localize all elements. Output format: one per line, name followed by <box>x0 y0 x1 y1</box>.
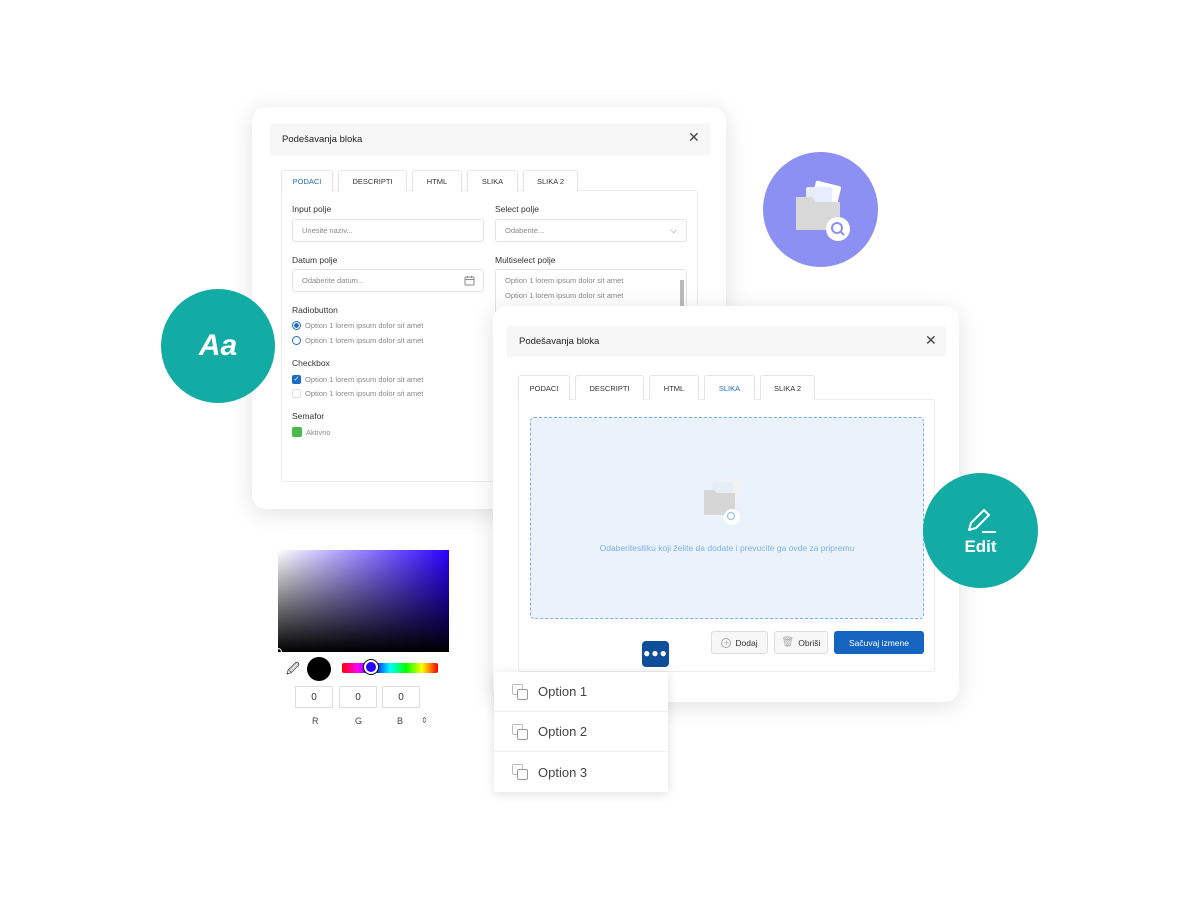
trash-icon: 🗑 <box>781 637 795 648</box>
input-label: Input polje <box>292 204 332 214</box>
font-badge-text: Aa <box>198 329 238 362</box>
checkbox-option[interactable]: Option 1 lorem ipsum dolor sit amet <box>292 389 423 398</box>
copy-icon <box>512 723 528 740</box>
date-placeholder: Odaberite datum... <box>302 276 365 285</box>
mode-toggle-icon[interactable]: ⇕ <box>421 716 428 725</box>
delete-button[interactable]: 🗑 Obriši <box>774 631 828 654</box>
blue-input[interactable]: 0 <box>382 686 420 708</box>
radio-option-label: Option 1 lorem ipsum dolor sit amet <box>305 321 424 330</box>
folder-image-icon <box>704 477 742 525</box>
dropdown-item[interactable]: Option 1 <box>494 672 668 712</box>
dropdown-item-label: Option 2 <box>538 724 588 739</box>
dialog-title: Podešavanja bloka <box>282 133 363 145</box>
semafor-status: Aktivno <box>292 427 331 437</box>
edit-badge: Edit <box>923 473 1038 588</box>
radio-checked-icon <box>292 321 301 330</box>
chevron-down-icon: ⌵ <box>670 225 677 235</box>
checkbox-option-label: Option 1 lorem ipsum dolor sit amet <box>305 375 424 384</box>
red-label: R <box>312 716 319 726</box>
select-field[interactable]: Odaberite... ⌵ <box>495 219 687 242</box>
save-label: Sačuvaj izmene <box>848 637 909 648</box>
tab-html[interactable]: HTML <box>412 170 462 192</box>
save-button[interactable]: Sačuvaj izmene <box>834 631 924 654</box>
semafor-value: Aktivno <box>306 427 331 437</box>
dropdown-item[interactable]: Option 3 <box>494 752 668 792</box>
dialog-header: Podešavanja bloka <box>270 123 710 155</box>
hue-handle[interactable] <box>364 660 378 674</box>
checkbox-checked-icon: ✓ <box>292 375 301 384</box>
dialog-header: Podešavanja bloka <box>507 326 946 357</box>
hue-slider[interactable] <box>342 660 438 674</box>
close-icon[interactable]: ✕ <box>925 332 937 349</box>
radio-option[interactable]: Option 1 lorem ipsum dolor sit amet <box>292 321 423 330</box>
dialog-title: Podešavanja bloka <box>519 336 600 347</box>
radio-option-label: Option 1 lorem ipsum dolor sit amet <box>305 336 424 345</box>
semafor-label: Semafor <box>292 411 325 421</box>
font-badge: Aa <box>161 289 275 403</box>
radio-unchecked-icon <box>292 336 301 345</box>
date-input[interactable]: Odaberite datum... <box>292 269 484 292</box>
tab-podaci[interactable]: PODACI <box>281 170 333 192</box>
add-button[interactable]: + Dodaj <box>711 631 768 654</box>
image-dropzone[interactable]: Odaberiteslliku koji želite da dodate i … <box>530 417 924 619</box>
selected-color-swatch <box>307 657 331 681</box>
checkbox-label: Checkbox <box>292 358 330 368</box>
delete-label: Obriši <box>798 637 821 648</box>
select-label: Select polje <box>495 204 539 214</box>
dropdown-item-label: Option 3 <box>538 764 588 780</box>
green-label: G <box>355 716 363 726</box>
folder-search-badge <box>763 152 878 267</box>
dropzone-text: Odaberiteslliku koji želite da dodate i … <box>599 543 855 553</box>
pencil-icon <box>967 508 996 533</box>
blue-label: B <box>397 716 404 726</box>
copy-icon <box>512 683 528 700</box>
name-input[interactable]: Unesite naziv... <box>292 219 484 242</box>
calendar-icon[interactable] <box>464 275 475 286</box>
select-placeholder: Odaberite... <box>505 226 545 235</box>
tab-slika[interactable]: SLIKA <box>704 375 755 400</box>
folder-search-icon <box>795 180 850 241</box>
tab-slika-2[interactable]: SLIKA 2 <box>523 170 578 192</box>
red-input[interactable]: 0 <box>295 686 333 708</box>
eyedropper-icon[interactable]: 🖉 <box>286 660 300 682</box>
dropdown-item[interactable]: Option 2 <box>494 712 668 752</box>
multiselect-option[interactable]: Option 1 lorem ipsum dolor sit amet <box>505 276 623 285</box>
tab-slika-2[interactable]: SLIKA 2 <box>760 375 815 400</box>
tab-descripti[interactable]: DESCRIPTI <box>575 375 644 400</box>
multiselect-label: Multiselect polje <box>495 255 556 265</box>
date-label: Datum polje <box>292 255 338 265</box>
checkbox-option-label: Option 1 lorem ipsum dolor sit amet <box>305 389 424 398</box>
multiselect-option[interactable]: Option 1 lorem ipsum dolor sit amet <box>505 291 623 300</box>
green-input[interactable]: 0 <box>339 686 377 708</box>
color-saturation-area[interactable] <box>274 550 449 656</box>
input-placeholder: Unesite naziv... <box>302 226 353 235</box>
tab-slika[interactable]: SLIKA <box>467 170 518 192</box>
add-label: Dodaj <box>735 637 758 648</box>
status-square-icon <box>292 427 302 437</box>
copy-icon <box>512 764 528 780</box>
radio-option[interactable]: Option 1 lorem ipsum dolor sit amet <box>292 336 423 345</box>
options-dropdown: Option 1 Option 2 Option 3 <box>494 672 668 792</box>
tab-podaci[interactable]: PODACI <box>518 375 570 400</box>
saturation-handle[interactable] <box>274 648 282 656</box>
edit-badge-text: Edit <box>964 536 997 556</box>
more-options-button[interactable]: ●●● <box>642 641 669 667</box>
checkbox-option[interactable]: ✓ Option 1 lorem ipsum dolor sit amet <box>292 375 423 384</box>
radio-label: Radiobutton <box>292 305 338 315</box>
checkbox-unchecked-icon <box>292 389 301 398</box>
close-icon[interactable]: ✕ <box>688 129 700 146</box>
tab-descripti[interactable]: DESCRIPTI <box>338 170 407 192</box>
plus-circle-icon: + <box>721 637 732 648</box>
tab-html[interactable]: HTML <box>649 375 699 400</box>
dropdown-item-label: Option 1 <box>538 684 588 699</box>
